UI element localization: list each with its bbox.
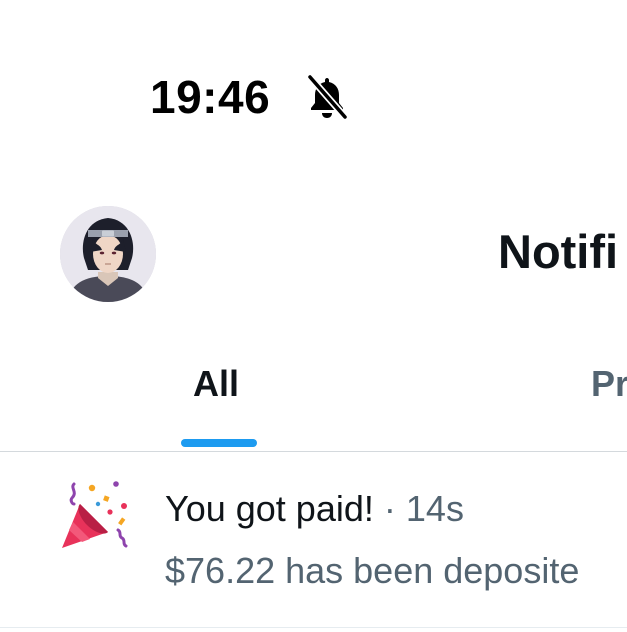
user-avatar-icon	[60, 206, 156, 302]
tab-all[interactable]: All	[150, 340, 284, 452]
avatar[interactable]	[60, 206, 156, 302]
tab-priority[interactable]: Pr	[560, 340, 627, 452]
tab-label: All	[193, 363, 240, 404]
header: Notifi	[0, 190, 627, 320]
page-title: Notifi	[498, 225, 619, 278]
notification-title: You got paid!	[165, 488, 374, 529]
divider	[0, 627, 627, 628]
tab-active-indicator	[181, 439, 257, 447]
status-bar: 19:46	[0, 0, 627, 130]
tab-label: Pr	[591, 363, 627, 404]
notification-item[interactable]: You got paid! · 14s $76.22 has been depo…	[0, 452, 627, 632]
tab-bar: All Pr	[0, 340, 627, 452]
notification-body: $76.22 has been deposite	[165, 550, 580, 591]
status-time: 19:46	[150, 71, 271, 123]
bell-slash-icon	[306, 74, 349, 120]
notification-header: You got paid! · 14s	[165, 486, 464, 532]
party-popper-icon	[62, 481, 128, 548]
notification-timestamp: 14s	[405, 488, 464, 529]
separator-dot: ·	[383, 488, 396, 529]
